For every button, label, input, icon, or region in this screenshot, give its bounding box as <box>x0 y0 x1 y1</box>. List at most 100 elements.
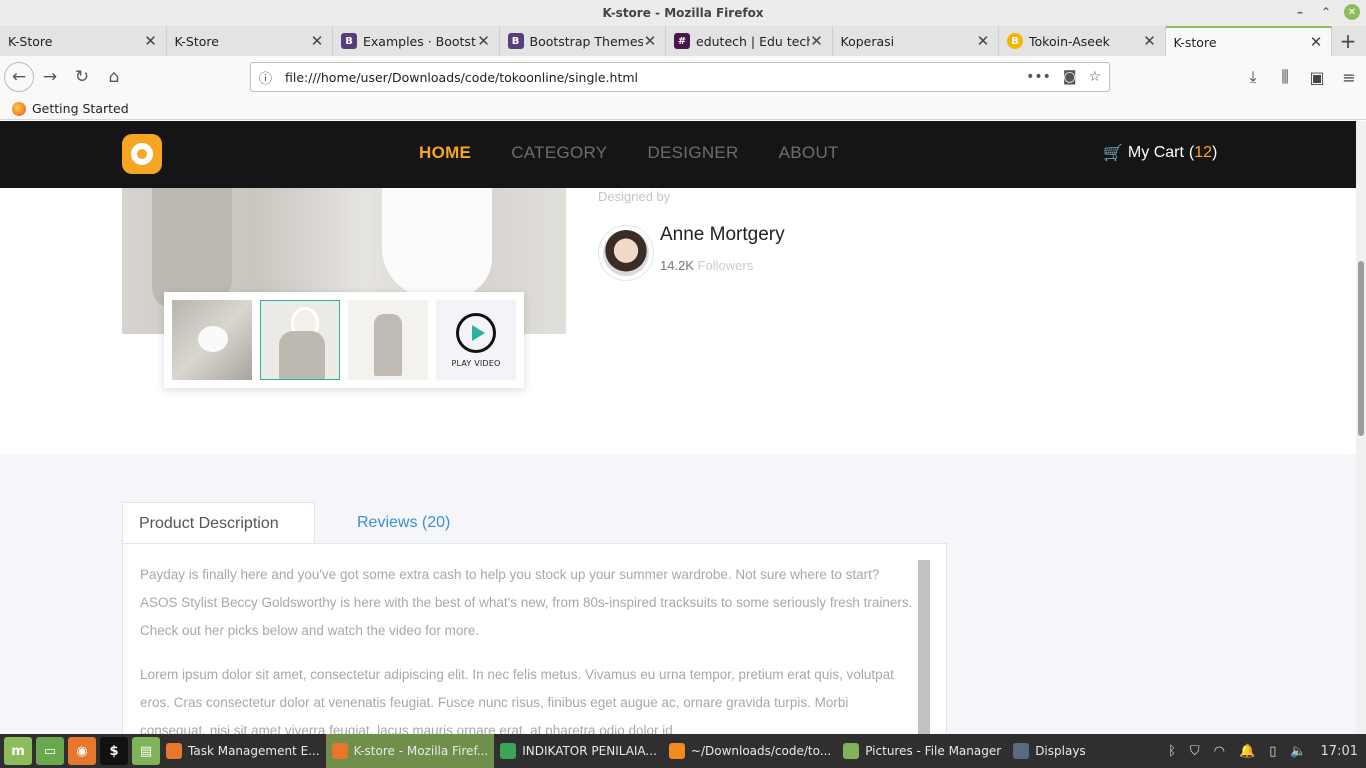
thumbnail-1[interactable] <box>172 300 252 380</box>
hamburger-menu-icon[interactable]: ≡ <box>1338 62 1360 92</box>
tab-k-store-active[interactable]: K-store ✕ <box>1165 26 1332 56</box>
tab-label: K-Store <box>174 33 219 49</box>
display-icon <box>1013 743 1030 759</box>
restore-icon[interactable]: ⌃ <box>1318 4 1334 20</box>
bootstrap-icon: B <box>507 33 524 49</box>
tab-edutech[interactable]: # edutech | Edu tech ✕ <box>666 26 833 56</box>
store-logo[interactable] <box>122 134 162 174</box>
panel-scrollbar[interactable] <box>918 560 930 734</box>
firefox-icon <box>166 743 182 759</box>
tab-product-description[interactable]: Product Description <box>122 502 315 544</box>
cart-count: (12) <box>1188 144 1218 161</box>
tab-label: Bootstrap Themes <box>529 33 644 49</box>
sublime-icon <box>668 743 685 759</box>
volume-icon[interactable]: 🔈 <box>1290 744 1306 759</box>
firefox-launcher-icon[interactable]: ◉ <box>68 737 96 765</box>
taskbar-displays[interactable]: Displays <box>1007 734 1091 768</box>
tab-close-icon[interactable]: ✕ <box>477 32 491 50</box>
wifi-icon[interactable]: ◠ <box>1214 744 1225 759</box>
folder-icon <box>843 743 860 759</box>
taskbar-label: Task Management E... <box>188 744 320 758</box>
new-tab-button[interactable]: + <box>1332 26 1364 56</box>
play-video-button[interactable]: PLAY VIDEO <box>436 300 516 380</box>
library-icon[interactable]: ⫼ <box>1274 62 1296 92</box>
designed-by-label: Designed by <box>598 189 671 204</box>
terminal-icon[interactable]: $ <box>100 737 128 765</box>
bookmark-star-icon[interactable]: ☆ <box>1088 69 1101 85</box>
os-taskbar: m ▭ ◉ $ ▤ Task Management E... K-store -… <box>0 734 1366 768</box>
play-icon <box>456 312 496 353</box>
image-detail <box>382 188 492 298</box>
sidebar-icon[interactable]: ▣ <box>1306 62 1328 92</box>
forward-arrow-icon[interactable]: → <box>34 61 66 93</box>
page-scrollbar-thumb[interactable] <box>1358 261 1364 436</box>
notification-bell-icon[interactable]: 🔔 <box>1239 744 1255 759</box>
tab-k-store-2[interactable]: K-Store ✕ <box>167 26 333 56</box>
battery-icon[interactable]: ▯ <box>1269 744 1276 759</box>
product-thumbnails: PLAY VIDEO <box>164 292 524 388</box>
tab-close-icon[interactable]: ✕ <box>1143 32 1157 50</box>
tab-close-icon[interactable]: ✕ <box>144 32 158 50</box>
tab-close-icon[interactable]: ✕ <box>310 32 324 50</box>
shield-icon[interactable]: ⛉ <box>1190 744 1200 759</box>
cart-label: My Cart <box>1127 144 1184 161</box>
thumbnail-2-selected[interactable] <box>260 300 340 380</box>
cart-link[interactable]: 🛒 My Cart (12) <box>1103 143 1217 163</box>
tab-reviews[interactable]: Reviews (20) <box>315 502 450 544</box>
taskbar-label: ~/Downloads/code/to... <box>690 744 832 758</box>
mint-menu-icon[interactable]: m <box>4 737 32 765</box>
tab-label: Koperasi <box>840 33 895 49</box>
tab-label: K-store <box>1173 34 1217 50</box>
site-info-icon[interactable]: ⓘ <box>259 68 275 87</box>
slack-icon: # <box>674 33 690 49</box>
url-bar[interactable]: ⓘ file:///home/user/Downloads/code/tokoo… <box>250 62 1110 92</box>
designer-name[interactable]: Anne Mortgery <box>660 224 785 246</box>
show-desktop-icon[interactable]: ▭ <box>36 737 64 765</box>
clock[interactable]: 17:01 <box>1321 744 1358 759</box>
files-icon[interactable]: ▤ <box>132 737 160 765</box>
designer-followers: 14.2K Followers <box>660 258 753 273</box>
coin-icon: B <box>1007 33 1023 49</box>
tab-close-icon[interactable]: ✕ <box>1309 33 1323 51</box>
tab-tokoin[interactable]: B Tokoin-Aseek ✕ <box>999 26 1166 56</box>
taskbar-label: INDIKATOR PENILAIA... <box>522 744 657 758</box>
tab-bootstrap-examples[interactable]: B Examples · Bootstrap ✕ <box>333 26 500 56</box>
taskbar-sublime[interactable]: ~/Downloads/code/to... <box>663 734 837 768</box>
tab-close-icon[interactable]: ✕ <box>810 32 824 50</box>
reload-icon[interactable]: ↻ <box>66 61 98 93</box>
home-icon[interactable]: ⌂ <box>98 61 130 93</box>
tab-koperasi[interactable]: Koperasi ✕ <box>833 26 999 56</box>
image-detail <box>152 188 232 308</box>
taskbar-indikator[interactable]: INDIKATOR PENILAIA... <box>494 734 663 768</box>
menu-home[interactable]: HOME <box>419 143 471 163</box>
tab-bootstrap-themes[interactable]: B Bootstrap Themes ✕ <box>500 26 666 56</box>
site-header: HOME CATEGORY DESIGNER ABOUT 🛒 My Cart (… <box>0 121 1356 188</box>
minimize-icon[interactable]: – <box>1292 4 1308 20</box>
url-text[interactable]: file:///home/user/Downloads/code/tokoonl… <box>285 70 1026 85</box>
downloads-icon[interactable]: ⤓ <box>1242 62 1264 92</box>
tab-close-icon[interactable]: ✕ <box>976 32 990 50</box>
bootstrap-icon: B <box>341 33 357 49</box>
navigation-toolbar: ← → ↻ ⌂ ⓘ file:///home/user/Downloads/co… <box>0 56 1366 98</box>
page-actions-icon[interactable]: ••• <box>1026 69 1051 85</box>
bookmark-getting-started[interactable]: Getting Started <box>32 101 129 116</box>
pocket-icon[interactable]: ◙ <box>1063 69 1077 85</box>
tab-label: Examples · Bootstrap <box>363 33 477 49</box>
menu-about[interactable]: ABOUT <box>779 143 839 163</box>
taskbar-task-management[interactable]: Task Management E... <box>160 734 326 768</box>
close-window-icon[interactable]: ✕ <box>1344 4 1360 20</box>
menu-category[interactable]: CATEGORY <box>511 143 607 163</box>
designer-avatar[interactable] <box>598 225 654 281</box>
taskbar-label: Displays <box>1035 744 1086 758</box>
back-arrow-icon[interactable]: ← <box>4 62 34 92</box>
description-paragraph-1: Payday is finally here and you've got so… <box>140 567 913 638</box>
menu-designer[interactable]: DESIGNER <box>647 143 738 163</box>
taskbar-k-store[interactable]: K-store - Mozilla Firef... <box>325 734 495 768</box>
thumbnail-3[interactable] <box>348 300 428 380</box>
taskbar-file-manager[interactable]: Pictures - File Manager <box>837 734 1007 768</box>
firefox-icon <box>331 743 348 759</box>
page-scrollbar[interactable] <box>1356 121 1366 734</box>
tab-k-store-1[interactable]: K-Store ✕ <box>0 26 167 56</box>
tab-close-icon[interactable]: ✕ <box>643 32 657 50</box>
bluetooth-icon[interactable]: ᛒ <box>1168 744 1176 759</box>
